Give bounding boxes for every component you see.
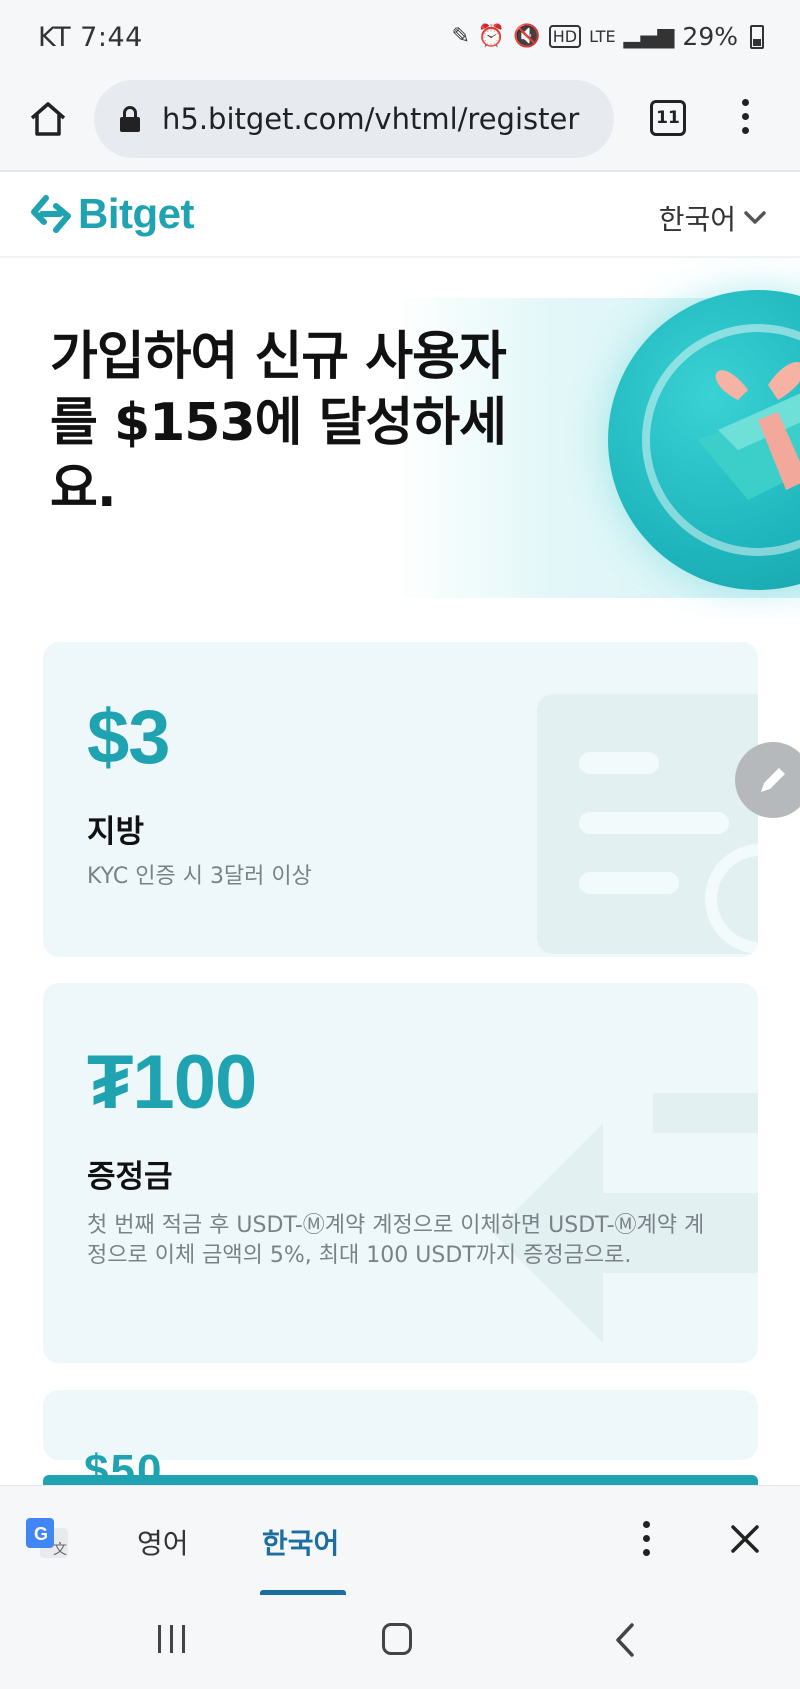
lte-indicator: LTE bbox=[589, 27, 616, 46]
translate-tab-target[interactable]: 한국어 bbox=[262, 1522, 339, 1562]
browser-menu-button[interactable] bbox=[730, 94, 760, 144]
home-icon bbox=[30, 102, 66, 136]
system-nav-bar bbox=[0, 1595, 800, 1689]
alarm-icon: ⏰ bbox=[477, 24, 506, 49]
reward-card-bonus: ₮100 증정금 첫 번째 적금 후 USDT-Ⓜ계약 계정으로 이체하면 US… bbox=[43, 983, 758, 1363]
mute-icon: 🔇 bbox=[513, 24, 541, 49]
translate-bar: G 文 영어 한국어 bbox=[0, 1485, 800, 1596]
translate-tab-source[interactable]: 영어 bbox=[137, 1522, 189, 1562]
status-bar: KT 7:44 ✎ ⏰ 🔇 HD LTE ▂▄▆ 29% bbox=[0, 0, 800, 76]
bitget-logo[interactable]: Bitget bbox=[30, 190, 195, 238]
close-icon bbox=[731, 1525, 759, 1553]
edit-notification-icon: ✎ bbox=[451, 24, 470, 49]
hero-title: 가입하여 신규 사용자를 $153에 달성하세요. bbox=[50, 327, 507, 519]
card-label: 지방 bbox=[87, 814, 145, 850]
bitget-logo-icon bbox=[31, 195, 71, 233]
hd-icon: HD bbox=[548, 25, 582, 48]
home-button[interactable] bbox=[26, 96, 70, 140]
browser-toolbar: h5.bitget.com/vhtml/register 11 bbox=[0, 76, 800, 172]
translate-menu-button[interactable] bbox=[636, 1516, 656, 1566]
signal-icon: ▂▄▆ bbox=[623, 24, 675, 49]
card-label: 증정금 bbox=[87, 1159, 173, 1195]
reward-card-kyc: $3 지방 KYC 인증 시 3달러 이상 bbox=[43, 642, 758, 957]
language-selector[interactable]: 한국어 bbox=[659, 198, 768, 238]
url-text: h5.bitget.com/vhtml/register bbox=[162, 102, 580, 136]
status-icons: ✎ ⏰ 🔇 HD LTE ▂▄▆ 29% bbox=[451, 22, 764, 51]
pencil-icon bbox=[761, 768, 785, 792]
card-amount: ₮100 bbox=[87, 1040, 257, 1125]
google-translate-icon: G 文 bbox=[26, 1518, 68, 1558]
card-amount: $3 bbox=[87, 695, 171, 780]
status-time: KT 7:44 bbox=[38, 22, 143, 53]
lock-icon bbox=[120, 106, 140, 132]
brand-name: Bitget bbox=[78, 190, 195, 237]
translate-close-button[interactable] bbox=[728, 1522, 762, 1563]
svg-text:G: G bbox=[34, 1524, 48, 1544]
hero-banner: 가입하여 신규 사용자를 $153에 달성하세요. bbox=[0, 258, 800, 618]
battery-icon bbox=[750, 24, 764, 49]
card-description: KYC 인증 시 3달러 이상 bbox=[87, 864, 312, 889]
recents-button[interactable] bbox=[158, 1625, 185, 1653]
tab-switcher-button[interactable]: 11 bbox=[650, 100, 686, 136]
language-label: 한국어 bbox=[658, 203, 736, 236]
card-description: 첫 번째 적금 후 USDT-Ⓜ계약 계정으로 이체하면 USDT-Ⓜ계약 계정… bbox=[87, 1213, 705, 1268]
battery-level: 29% bbox=[682, 22, 738, 51]
chevron-down-icon bbox=[744, 211, 766, 224]
svg-text:文: 文 bbox=[53, 1542, 67, 1558]
site-header: Bitget 한국어 bbox=[0, 172, 800, 258]
back-icon bbox=[616, 1623, 634, 1657]
home-nav-button[interactable] bbox=[382, 1623, 412, 1655]
gift-box-icon bbox=[698, 362, 800, 500]
document-illustration bbox=[537, 694, 758, 954]
back-button[interactable] bbox=[612, 1621, 638, 1668]
address-bar[interactable]: h5.bitget.com/vhtml/register bbox=[94, 80, 614, 158]
